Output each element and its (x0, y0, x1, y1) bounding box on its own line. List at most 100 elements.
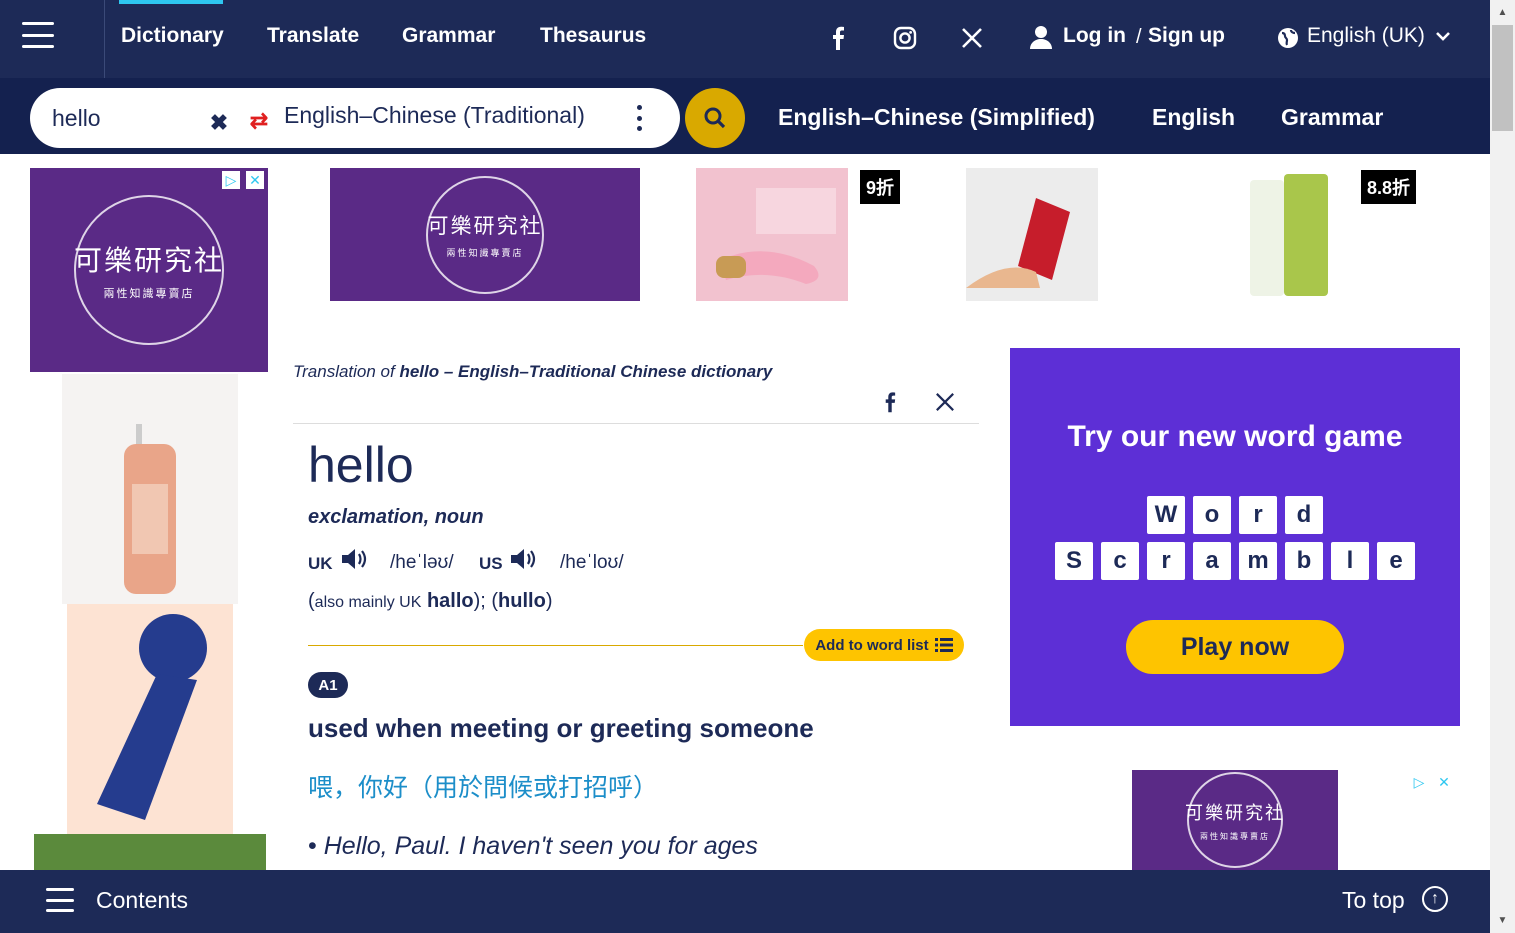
example-sentence: • Hello, Paul. I haven't seen you for ag… (308, 832, 758, 860)
arrow-up-icon[interactable]: ↑ (1422, 886, 1448, 912)
x-twitter-icon[interactable] (952, 24, 992, 52)
add-to-word-list-button[interactable]: Add to word list (804, 629, 964, 661)
page: Dictionary Translate Grammar Thesaurus L… (0, 0, 1515, 933)
ad-brand-subtitle: 兩性知識專賣店 (103, 288, 195, 300)
contents-menu-icon[interactable] (46, 888, 74, 912)
ad-brand-banner[interactable]: 可樂研究社 兩性知識專賣店 (330, 168, 640, 301)
user-icon[interactable] (1028, 24, 1054, 50)
variant-spellings: (also mainly UK hallo); (hullo) (308, 590, 553, 612)
login-separator: / (1136, 26, 1142, 48)
ad-brand-logo: 可樂研究社 兩性知識專賣店 (426, 175, 544, 294)
pron-region-uk: UK (308, 554, 333, 573)
login-link[interactable]: Log in (1063, 24, 1126, 48)
scroll-down-arrow-icon[interactable]: ▼ (1490, 910, 1515, 930)
bottom-bar: Contents To top ↑ (0, 870, 1490, 933)
search-button[interactable] (685, 88, 745, 148)
ad-close-icon[interactable]: ✕ (1435, 773, 1453, 791)
globe-icon[interactable] (1276, 26, 1300, 50)
letter-tile: o (1193, 496, 1231, 534)
right-ad-bottom[interactable]: 可樂研究社 兩性知識專賣店 ▷ ✕ (1010, 770, 1460, 870)
quicklink-english-chinese-simplified[interactable]: English–Chinese (Simplified) (778, 104, 1095, 131)
cefr-level-badge: A1 (308, 672, 348, 698)
scramble-tiles: S c r a m b l e (1010, 542, 1460, 580)
def-link-meeting[interactable]: meeting (450, 713, 550, 743)
entry-caption: Translation of hello – English–Tradition… (293, 362, 773, 381)
ad-brand-subtitle: 兩性知識專賣店 (446, 248, 524, 258)
ad-choices-icon[interactable]: ▷ (1410, 773, 1428, 791)
ad-brand-subtitle: 兩性知識專賣店 (1200, 831, 1270, 841)
letter-tile: b (1285, 542, 1323, 580)
clear-search-icon[interactable]: ✖ (202, 106, 236, 140)
word-scramble-ad[interactable]: Try our new word game W o r d S c r a m … (1010, 348, 1460, 726)
vertical-scrollbar[interactable]: ▲ ▼ (1490, 0, 1515, 933)
nav-grammar[interactable]: Grammar (402, 24, 495, 48)
share-x-icon[interactable] (930, 382, 960, 422)
trans-link-wei[interactable]: 喂 (308, 774, 333, 802)
discount-badge: 9折 (860, 170, 901, 204)
letter-tile: a (1193, 542, 1231, 580)
ad-brand-banner[interactable]: 可樂研究社 兩性知識專賣店 (30, 168, 268, 372)
letter-tile: e (1377, 542, 1415, 580)
definition: used when meeting or greeting someone (308, 713, 814, 743)
language-selector[interactable]: English (UK) (1307, 24, 1425, 48)
ad-choices-icon[interactable]: ▷ (222, 171, 240, 189)
nav-translate[interactable]: Translate (267, 24, 359, 48)
trans-link-nihao[interactable]: 你好 (358, 774, 408, 802)
ad-brand-name: 可樂研究社 (1185, 802, 1285, 824)
nav-active-indicator (119, 0, 223, 4)
divider (293, 423, 979, 424)
pron-region-us: US (479, 554, 503, 573)
dictionary-selector[interactable]: English–Chinese (Traditional) (284, 102, 585, 129)
ad-close-icon[interactable]: ✕ (246, 171, 264, 189)
menu-icon[interactable] (22, 22, 54, 48)
search-bar-row: ✖ ⇄ English–Chinese (Traditional) Englis… (0, 78, 1490, 154)
top-ad[interactable]: 可樂研究社 兩性知識專賣店 9折 8.8折 (330, 168, 1422, 301)
letter-tile: l (1331, 542, 1369, 580)
us-pronunciation: /heˈloʊ/ (560, 552, 624, 573)
to-top-link[interactable]: To top (1342, 887, 1405, 914)
game-ad-title: Try our new word game (1067, 420, 1403, 453)
uk-audio-speaker-icon[interactable] (339, 540, 369, 578)
scrollbar-thumb[interactable] (1492, 25, 1513, 131)
ad-product-image[interactable] (67, 604, 233, 834)
ad-product-image[interactable] (62, 374, 238, 604)
uk-pronunciation: /heˈləʊ/ (390, 552, 454, 573)
search-input[interactable] (52, 102, 212, 134)
us-audio-speaker-icon[interactable] (508, 540, 538, 578)
ad-brand-logo: 可樂研究社 兩性知識專賣店 (1185, 772, 1285, 868)
ad-brand-banner[interactable]: 可樂研究社 兩性知識專賣店 (1132, 770, 1338, 870)
letter-tile: S (1055, 542, 1093, 580)
nav-divider (104, 0, 105, 78)
list-icon (934, 638, 953, 652)
facebook-icon[interactable] (818, 24, 858, 52)
letter-tile: r (1147, 542, 1185, 580)
nav-thesaurus[interactable]: Thesaurus (540, 24, 646, 48)
letter-tile: d (1285, 496, 1323, 534)
quicklink-english[interactable]: English (1152, 104, 1235, 131)
play-now-button[interactable]: Play now (1126, 620, 1344, 674)
ad-brand-name: 可樂研究社 (427, 214, 543, 238)
letter-tile: r (1239, 496, 1277, 534)
more-options-icon[interactable] (632, 100, 646, 136)
search-box: ✖ ⇄ English–Chinese (Traditional) (30, 88, 680, 148)
contents-link[interactable]: Contents (96, 887, 188, 914)
ad-brand-name: 可樂研究社 (74, 244, 225, 277)
example-link-ages[interactable]: ages (704, 832, 758, 860)
instagram-icon[interactable] (885, 24, 925, 52)
nav-dictionary[interactable]: Dictionary (121, 24, 224, 48)
ad-product-image[interactable] (966, 168, 1098, 301)
share-facebook-icon[interactable] (875, 382, 905, 422)
def-link-greeting[interactable]: greeting (590, 713, 693, 743)
chevron-down-icon[interactable] (1436, 26, 1450, 47)
letter-tile: W (1147, 496, 1185, 534)
example-link-seen[interactable]: seen (559, 832, 613, 860)
discount-badge: 8.8折 (1361, 170, 1417, 204)
quicklink-grammar[interactable]: Grammar (1281, 104, 1383, 131)
ad-product-image[interactable] (1234, 168, 1354, 301)
scroll-up-arrow-icon[interactable]: ▲ (1490, 2, 1515, 22)
letter-tile: m (1239, 542, 1277, 580)
left-ad[interactable]: 可樂研究社 兩性知識專賣店 ▷ ✕ (30, 168, 270, 933)
ad-product-image[interactable] (696, 168, 848, 301)
swap-languages-icon[interactable]: ⇄ (244, 106, 274, 136)
signup-link[interactable]: Sign up (1148, 24, 1225, 48)
